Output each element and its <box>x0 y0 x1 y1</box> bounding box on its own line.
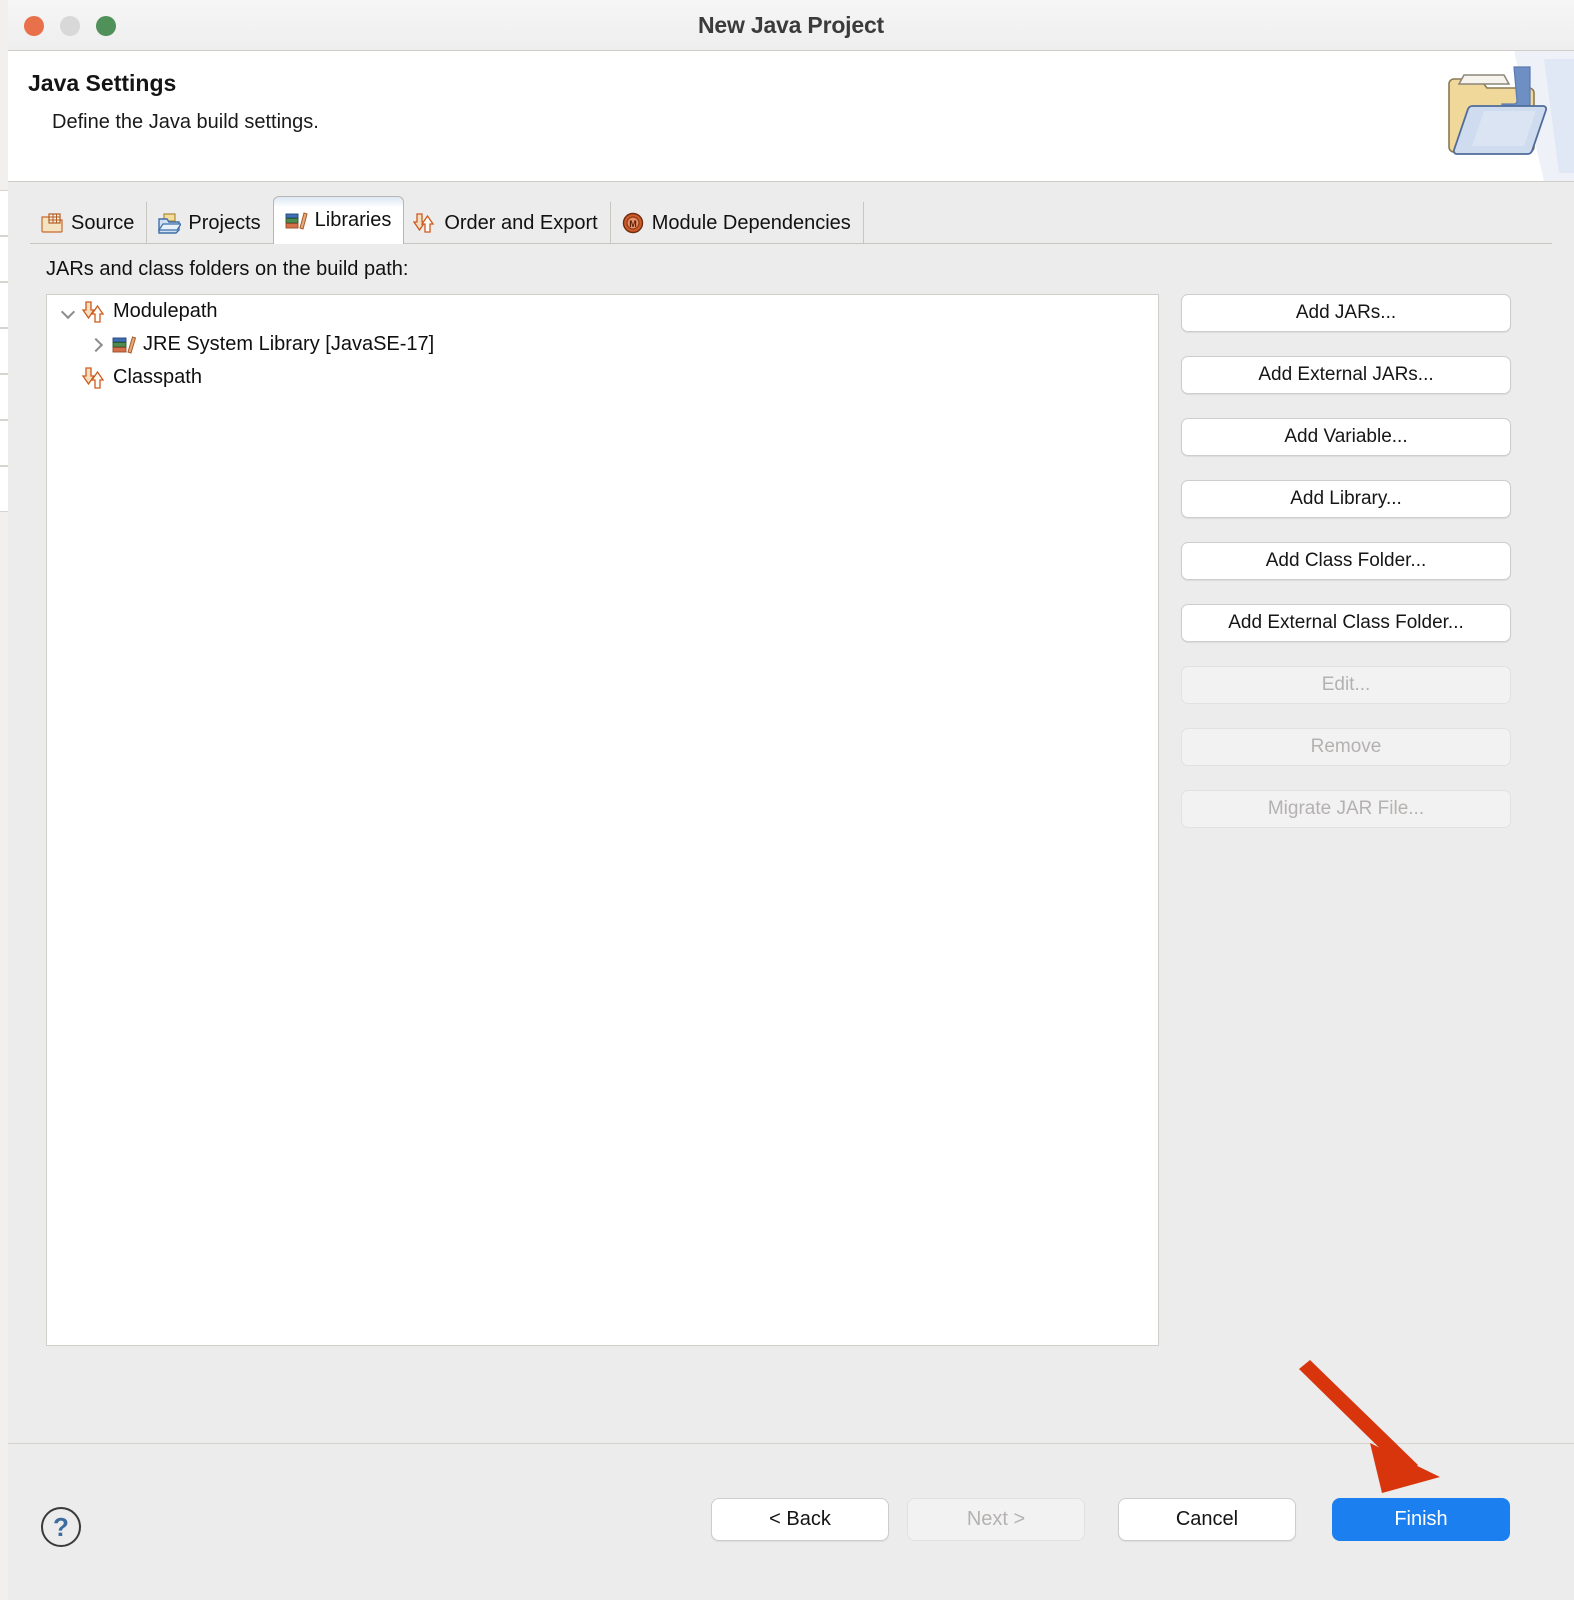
tab-order-and-export[interactable]: Order and Export <box>403 202 611 244</box>
add-class-folder-button[interactable]: Add Class Folder... <box>1181 542 1511 580</box>
tab-module-dependencies[interactable]: M Module Dependencies <box>611 202 864 244</box>
new-java-project-dialog: New Java Project Java Settings Define th… <box>8 0 1574 1600</box>
jre-library-icon <box>111 333 137 357</box>
add-external-class-folder-button[interactable]: Add External Class Folder... <box>1181 604 1511 642</box>
module-dependencies-icon: M <box>621 212 645 234</box>
classpath-arrows-icon <box>81 366 107 390</box>
tree-item-label: Classpath <box>113 366 202 388</box>
tree-item-label: JRE System Library [JavaSE-17] <box>143 333 435 355</box>
tree-item-jre-system-library[interactable]: JRE System Library [JavaSE-17] <box>47 328 1158 361</box>
libraries-books-icon <box>284 210 308 232</box>
tab-label: Module Dependencies <box>651 211 851 234</box>
svg-text:M: M <box>629 219 637 229</box>
window-titlebar: New Java Project <box>8 0 1574 51</box>
order-export-arrows-icon <box>413 212 437 234</box>
projects-folder-icon <box>157 212 183 234</box>
tab-label: Projects <box>188 211 261 234</box>
tree-item-classpath[interactable]: Classpath <box>47 361 1158 394</box>
tree-item-modulepath[interactable]: Modulepath <box>47 295 1158 328</box>
chevron-down-icon[interactable] <box>57 301 79 323</box>
tree-item-label: Modulepath <box>113 300 218 322</box>
add-jars-button[interactable]: Add JARs... <box>1181 294 1511 332</box>
page-subtitle: Define the Java build settings. <box>52 111 319 133</box>
back-button[interactable]: < Back <box>711 1498 889 1541</box>
build-path-tree[interactable]: Modulepath JRE System Library [JavaSE-17… <box>46 294 1159 1346</box>
help-question-icon[interactable]: ? <box>39 1505 83 1549</box>
tab-source[interactable]: Source <box>30 202 148 244</box>
add-variable-button[interactable]: Add Variable... <box>1181 418 1511 456</box>
finish-button[interactable]: Finish <box>1332 1498 1510 1541</box>
add-external-jars-button[interactable]: Add External JARs... <box>1181 356 1511 394</box>
migrate-jar-file-button: Migrate JAR File... <box>1181 790 1511 828</box>
cancel-button[interactable]: Cancel <box>1118 1498 1296 1541</box>
next-button: Next > <box>907 1498 1085 1541</box>
remove-button: Remove <box>1181 728 1511 766</box>
svg-text:?: ? <box>53 1512 69 1542</box>
classpath-arrows-icon <box>81 300 107 324</box>
tab-label: Source <box>71 211 135 234</box>
edit-button: Edit... <box>1181 666 1511 704</box>
source-folder-icon <box>40 212 64 234</box>
window-title: New Java Project <box>697 12 884 38</box>
tab-libraries[interactable]: Libraries <box>272 196 405 244</box>
library-actions-panel: Add JARs... Add External JARs... Add Var… <box>1181 294 1511 852</box>
add-library-button[interactable]: Add Library... <box>1181 480 1511 518</box>
page-title: Java Settings <box>28 70 177 96</box>
settings-tabs: Source Projects Libraries Order and Expo… <box>8 182 1574 244</box>
twisty-placeholder <box>57 367 79 389</box>
java-project-folder-icon <box>1394 51 1574 181</box>
build-path-label: JARs and class folders on the build path… <box>46 258 409 280</box>
tab-label: Order and Export <box>444 211 598 234</box>
chevron-right-icon[interactable] <box>87 334 109 356</box>
tab-label: Libraries <box>314 209 392 231</box>
tab-projects[interactable]: Projects <box>147 202 274 244</box>
wizard-header: Java Settings Define the Java build sett… <box>8 51 1574 182</box>
